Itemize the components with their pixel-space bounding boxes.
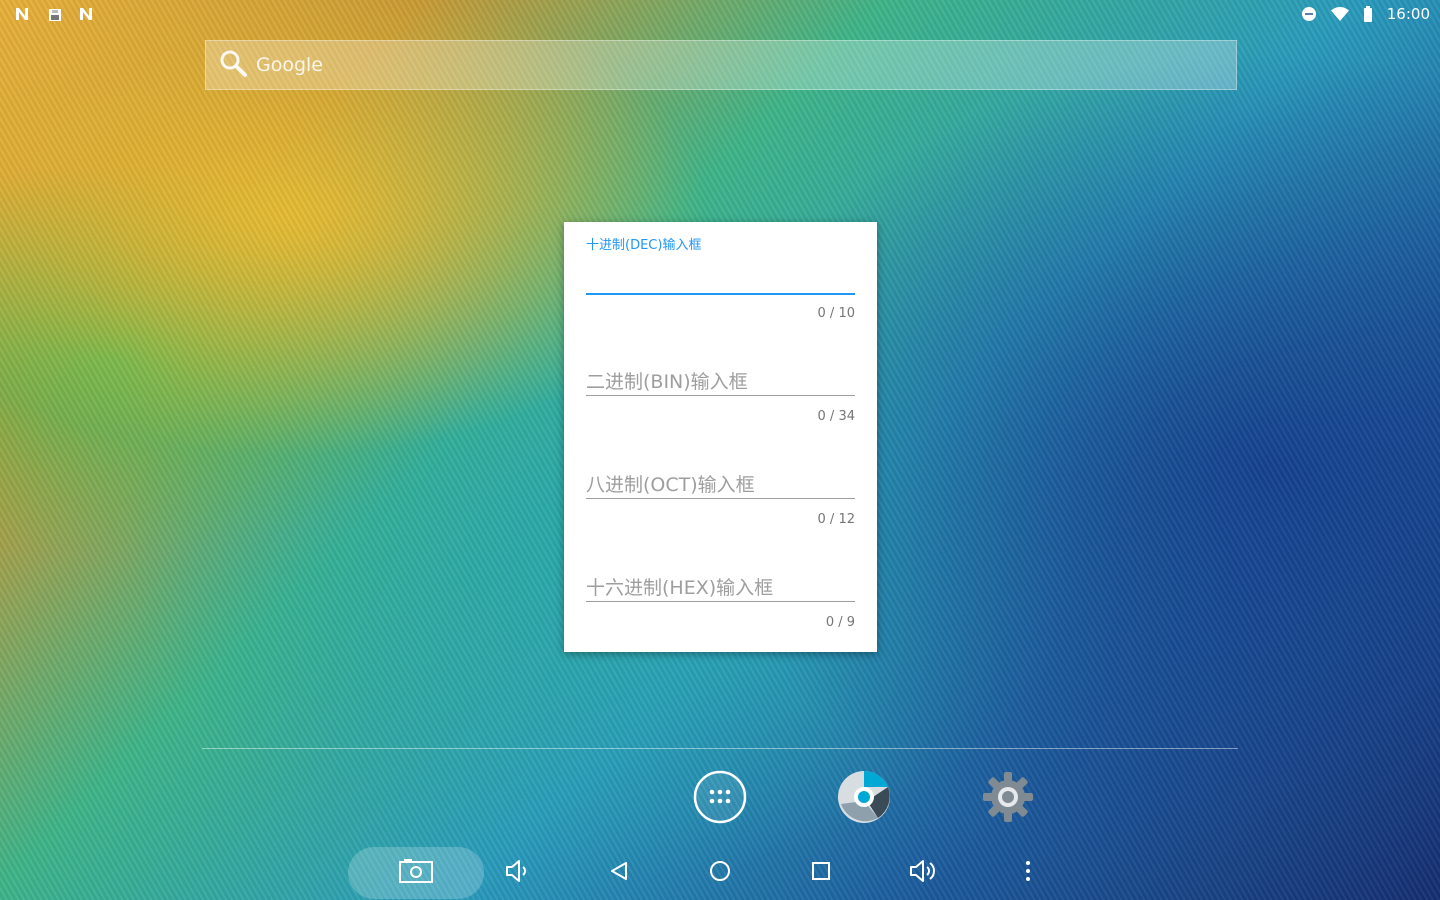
- hex-input-underline: [586, 601, 855, 602]
- app-drawer-button[interactable]: [693, 770, 747, 828]
- clock: 16:00: [1386, 5, 1430, 23]
- more-icon: [1024, 858, 1032, 888]
- home-screen: 16:00 Google 十进制(DEC)输入框 0 / 10 二进制(BIN)…: [0, 0, 1440, 900]
- settings-app[interactable]: [981, 772, 1035, 826]
- bin-char-counter: 0 / 34: [817, 409, 855, 424]
- dock-divider: [202, 748, 1238, 749]
- dec-char-counter: 0 / 10: [817, 306, 855, 321]
- app-drawer-icon: [693, 770, 747, 828]
- google-search-bar[interactable]: Google: [205, 40, 1237, 90]
- bin-input-placeholder: 二进制(BIN)输入框: [586, 371, 748, 393]
- volume-down-button[interactable]: [487, 845, 547, 900]
- settings-icon: [981, 770, 1035, 828]
- oct-input-underline: [586, 498, 855, 499]
- back-button[interactable]: [589, 845, 649, 900]
- dec-input-underline: [586, 293, 855, 295]
- dnd-icon: [1301, 6, 1317, 22]
- wifi-icon: [1330, 6, 1349, 22]
- base-converter-widget: 十进制(DEC)输入框 0 / 10 二进制(BIN)输入框 0 / 34 八进…: [564, 222, 877, 652]
- status-bar[interactable]: 16:00: [0, 0, 1440, 28]
- oct-input-field[interactable]: 八进制(OCT)输入框 0 / 12: [586, 428, 855, 531]
- dec-input-field[interactable]: 十进制(DEC)输入框 0 / 10: [586, 222, 855, 325]
- screenshot-icon: [398, 858, 434, 888]
- home-icon: [708, 859, 732, 887]
- bin-input-underline: [586, 395, 855, 396]
- battery-icon: [1363, 6, 1373, 22]
- n-notification-icon: [78, 6, 96, 22]
- oct-input-placeholder: 八进制(OCT)输入框: [586, 474, 755, 496]
- back-icon: [608, 860, 630, 886]
- volume-down-icon: [504, 858, 530, 888]
- browser-app[interactable]: [837, 770, 891, 828]
- sd-card-icon: [46, 6, 64, 22]
- navigation-bar: [0, 845, 1440, 900]
- volume-up-button[interactable]: [893, 845, 953, 900]
- recents-button[interactable]: [791, 845, 851, 900]
- n-notification-icon: [14, 6, 32, 22]
- dec-input-label: 十进制(DEC)输入框: [586, 238, 702, 253]
- screenshot-button[interactable]: [348, 847, 484, 899]
- hex-char-counter: 0 / 9: [825, 615, 855, 630]
- search-icon: [218, 48, 248, 82]
- search-placeholder: Google: [256, 54, 324, 76]
- browser-icon: [837, 770, 891, 828]
- hex-input-placeholder: 十六进制(HEX)输入框: [586, 577, 774, 599]
- more-options-button[interactable]: [998, 845, 1058, 900]
- bin-input-field[interactable]: 二进制(BIN)输入框 0 / 34: [586, 325, 855, 428]
- hex-input-field[interactable]: 十六进制(HEX)输入框 0 / 9: [586, 531, 855, 634]
- notification-area[interactable]: [14, 6, 96, 22]
- recents-icon: [810, 860, 832, 886]
- home-button[interactable]: [690, 845, 750, 900]
- oct-char-counter: 0 / 12: [817, 512, 855, 527]
- volume-up-icon: [908, 858, 938, 888]
- system-tray[interactable]: 16:00: [1301, 5, 1430, 23]
